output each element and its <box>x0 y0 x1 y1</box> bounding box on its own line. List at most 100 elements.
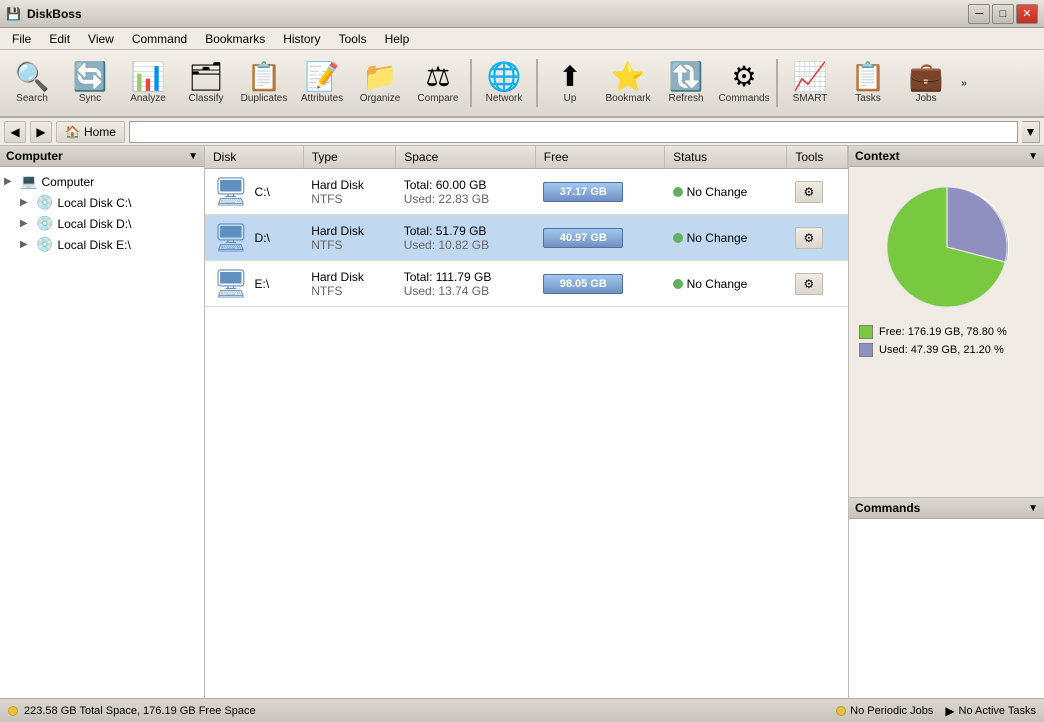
tasks-button[interactable]: 📋 Tasks <box>840 54 896 112</box>
disk-fs-e: NTFS <box>311 284 388 298</box>
commands-toolbar-label: Commands <box>718 93 769 104</box>
space-cell-c: Total: 60.00 GB Used: 22.83 GB <box>396 169 536 215</box>
pie-legend: Free: 176.19 GB, 78.80 % Used: 47.39 GB,… <box>859 325 1034 361</box>
sidebar-label-e: Local Disk E:\ <box>57 238 130 252</box>
commands-toolbar-button[interactable]: ⚙ Commands <box>716 54 772 112</box>
status-label-c: No Change <box>687 185 748 199</box>
disk-drive-icon-e: 🖥 <box>213 267 249 300</box>
toolbar-overflow[interactable]: » <box>956 54 972 112</box>
menu-bookmarks[interactable]: Bookmarks <box>197 30 273 48</box>
network-button[interactable]: 🌐 Network <box>476 54 532 112</box>
col-disk[interactable]: Disk <box>205 146 303 169</box>
sidebar-computer-node[interactable]: ▶ 💻 Computer <box>0 171 204 192</box>
sidebar-computer-label: Computer <box>41 175 94 189</box>
tasks-icon: 📋 <box>851 63 886 91</box>
forward-button[interactable]: ▶ <box>30 121 52 143</box>
status-cell-c: No Change <box>665 169 787 215</box>
col-free[interactable]: Free <box>535 146 664 169</box>
menu-edit[interactable]: Edit <box>41 30 78 48</box>
refresh-button[interactable]: 🔃 Refresh <box>658 54 714 112</box>
space-cell-e: Total: 111.79 GB Used: 13.74 GB <box>396 261 536 307</box>
search-button[interactable]: 🔍 Search <box>4 54 60 112</box>
context-header: Context ▼ <box>849 146 1044 167</box>
maximize-button[interactable]: □ <box>992 4 1014 24</box>
expand-icon-c: ▶ <box>20 197 32 208</box>
context-header-dropdown[interactable]: ▼ <box>1028 151 1038 162</box>
address-bar[interactable] <box>129 121 1018 143</box>
organize-icon: 📁 <box>363 63 398 91</box>
duplicates-label: Duplicates <box>241 93 288 104</box>
compare-button[interactable]: ⚖ Compare <box>410 54 466 112</box>
menu-command[interactable]: Command <box>124 30 195 48</box>
col-tools[interactable]: Tools <box>787 146 848 169</box>
sidebar-item-c[interactable]: ▶ 💿 Local Disk C:\ <box>0 192 204 213</box>
app-title: DiskBoss <box>27 7 82 21</box>
address-dropdown[interactable]: ▼ <box>1022 121 1040 143</box>
toolbar: 🔍 Search 🔄 Sync 📊 Analyze 🗂 Classify 📋 D… <box>0 50 1044 118</box>
home-button[interactable]: 🏠 Home <box>56 121 125 143</box>
menu-file[interactable]: File <box>4 30 39 48</box>
col-status[interactable]: Status <box>665 146 787 169</box>
disk-icon-d: 💿 <box>36 215 53 232</box>
free-cell-e: 98.05 GB <box>535 261 664 307</box>
sidebar-header-dropdown[interactable]: ▼ <box>188 151 198 162</box>
duplicates-button[interactable]: 📋 Duplicates <box>236 54 292 112</box>
tools-cell-d: ⚙ <box>787 215 848 261</box>
free-button-c[interactable]: 37.17 GB <box>543 182 623 202</box>
minimize-button[interactable]: ─ <box>968 4 990 24</box>
tools-button-d[interactable]: ⚙ <box>795 227 823 249</box>
legend-used-label: Used: 47.39 GB, 21.20 % <box>879 344 1004 356</box>
table-row[interactable]: 🖥 D:\ Hard Disk NTFS Total: 51.79 GB Use… <box>205 215 848 261</box>
menu-bar: File Edit View Command Bookmarks History… <box>0 28 1044 50</box>
smart-button[interactable]: 📈 SMART <box>782 54 838 112</box>
context-panel: Context ▼ Free: 176.19 GB, <box>849 146 1044 498</box>
jobs-icon: 💼 <box>909 63 944 91</box>
disk-type-d: Hard Disk <box>311 224 388 238</box>
status-label-d: No Change <box>687 231 748 245</box>
compare-label: Compare <box>417 93 458 104</box>
attributes-icon: 📝 <box>305 63 340 91</box>
menu-help[interactable]: Help <box>377 30 418 48</box>
legend-free: Free: 176.19 GB, 78.80 % <box>859 325 1034 339</box>
commands-header-dropdown[interactable]: ▼ <box>1028 503 1038 514</box>
home-label: Home <box>84 125 116 139</box>
free-button-e[interactable]: 98.05 GB <box>543 274 623 294</box>
table-row[interactable]: 🖥 E:\ Hard Disk NTFS Total: 111.79 GB Us… <box>205 261 848 307</box>
col-type[interactable]: Type <box>303 146 396 169</box>
sidebar-item-d[interactable]: ▶ 💿 Local Disk D:\ <box>0 213 204 234</box>
sidebar-item-e[interactable]: ▶ 💿 Local Disk E:\ <box>0 234 204 255</box>
type-cell-c: Hard Disk NTFS <box>303 169 396 215</box>
classify-button[interactable]: 🗂 Classify <box>178 54 234 112</box>
menu-tools[interactable]: Tools <box>331 30 375 48</box>
status-cell-e: No Change <box>665 261 787 307</box>
tools-button-c[interactable]: ⚙ <box>795 181 823 203</box>
back-button[interactable]: ◀ <box>4 121 26 143</box>
bookmark-button[interactable]: ⭐ Bookmark <box>600 54 656 112</box>
tools-button-e[interactable]: ⚙ <box>795 273 823 295</box>
jobs-button[interactable]: 💼 Jobs <box>898 54 954 112</box>
tools-cell-c: ⚙ <box>787 169 848 215</box>
disk-drive-icon-c: 🖥 <box>213 175 249 208</box>
attributes-label: Attributes <box>301 93 343 104</box>
sidebar-label-c: Local Disk C:\ <box>57 196 131 210</box>
refresh-icon: 🔃 <box>669 63 704 91</box>
organize-label: Organize <box>360 93 401 104</box>
commands-icon: ⚙ <box>731 63 756 91</box>
expand-icon-d: ▶ <box>20 218 32 229</box>
analyze-button[interactable]: 📊 Analyze <box>120 54 176 112</box>
table-row[interactable]: 🖥 C:\ Hard Disk NTFS Total: 60.00 GB Use… <box>205 169 848 215</box>
organize-button[interactable]: 📁 Organize <box>352 54 408 112</box>
free-button-d[interactable]: 40.97 GB <box>543 228 623 248</box>
close-button[interactable]: ✕ <box>1016 4 1038 24</box>
network-icon: 🌐 <box>487 63 522 91</box>
free-cell-c: 37.17 GB <box>535 169 664 215</box>
menu-history[interactable]: History <box>275 30 328 48</box>
attributes-button[interactable]: 📝 Attributes <box>294 54 350 112</box>
pie-chart-area: Free: 176.19 GB, 78.80 % Used: 47.39 GB,… <box>849 167 1044 371</box>
up-button[interactable]: ⬆ Up <box>542 54 598 112</box>
sync-button[interactable]: 🔄 Sync <box>62 54 118 112</box>
col-space[interactable]: Space <box>396 146 536 169</box>
menu-view[interactable]: View <box>80 30 122 48</box>
computer-icon: 💻 <box>20 173 37 190</box>
status-cell-d: No Change <box>665 215 787 261</box>
